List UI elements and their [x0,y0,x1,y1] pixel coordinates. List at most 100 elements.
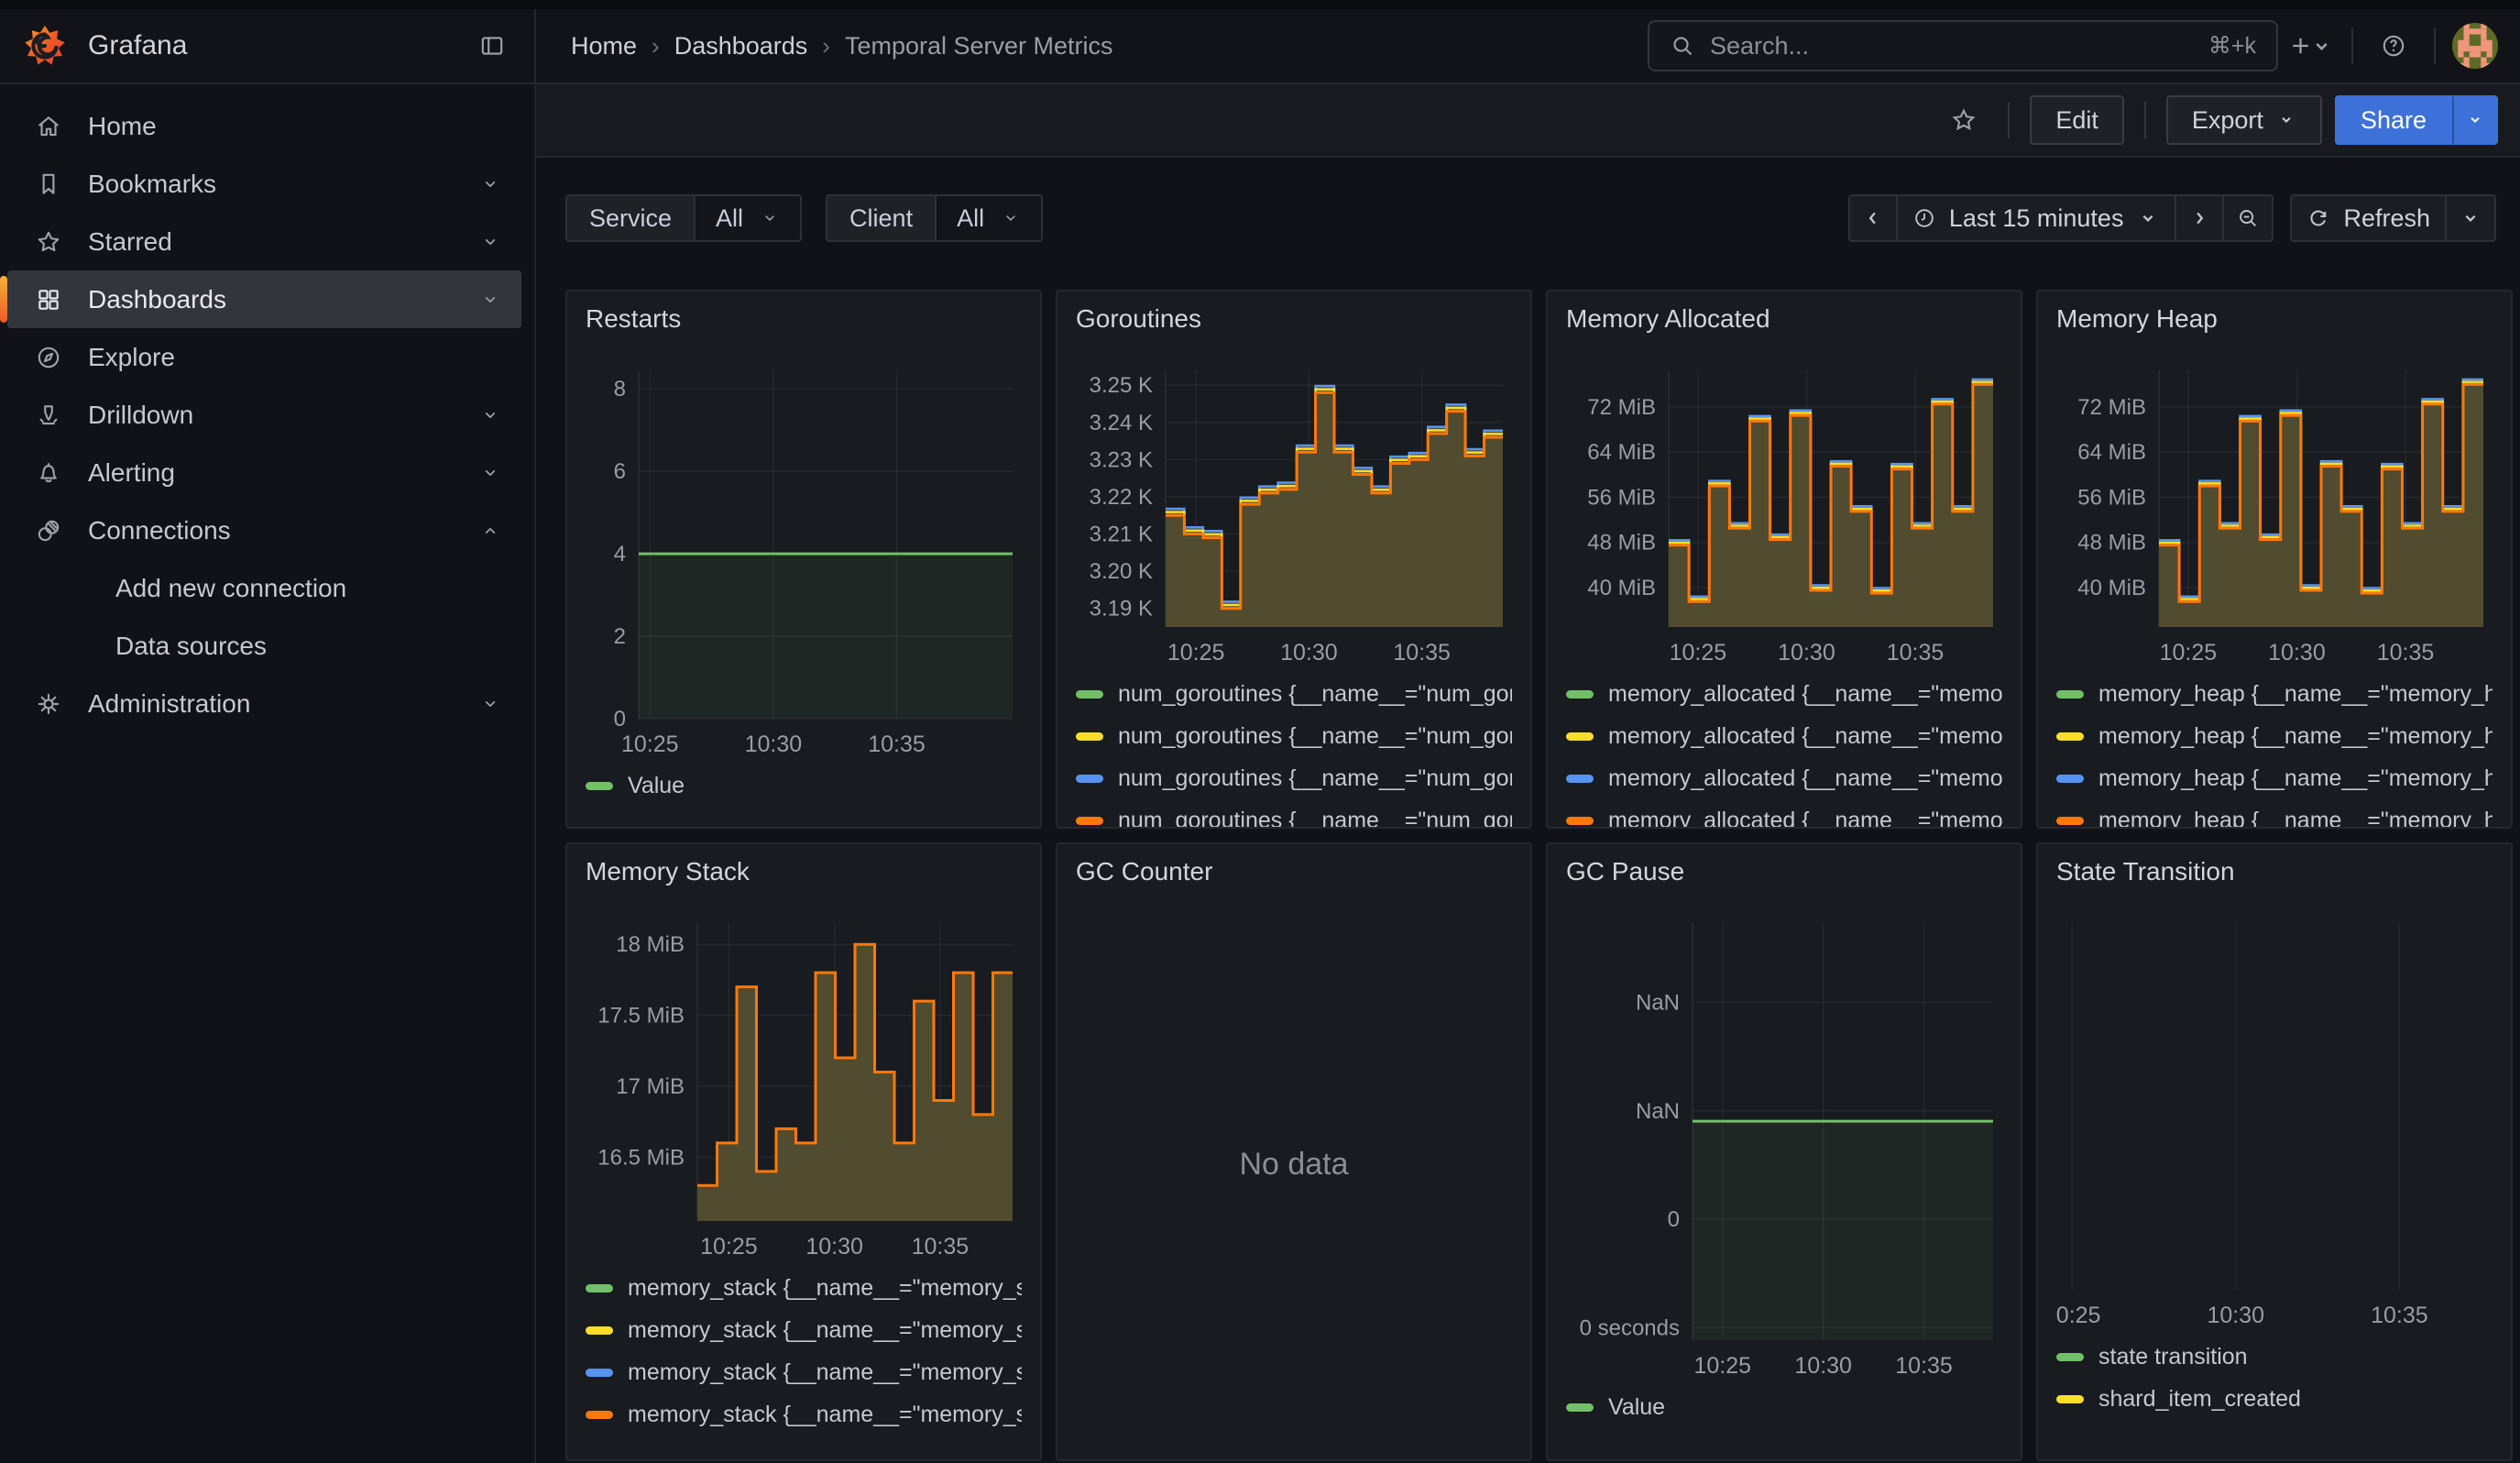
legend-item[interactable]: memory_heap {__name__="memory_he [2056,715,2493,757]
sidebar-item-label: Administration [88,689,250,719]
variable-filter-client[interactable]: ClientAll [826,194,1043,242]
legend-item[interactable]: state transition [2056,1336,2493,1378]
dashboard-grid: Restarts 8642010:2510:3010:35 Value Gorouti… [565,290,2513,1461]
legend-series-label: memory_heap {__name__="memory_he [2098,808,2493,830]
refresh-interval-button[interactable] [2447,196,2494,240]
panel-title[interactable]: Goroutines [1076,302,1512,336]
sidebar-item-bookmarks[interactable]: Bookmarks [7,155,521,213]
panel-restarts: Restarts 8642010:2510:3010:35 Value [565,290,1042,829]
share-menu-button[interactable] [2452,95,2498,145]
panel-title[interactable]: GC Pause [1566,855,2002,888]
filter-label: Client [827,196,937,240]
timeseries-chart[interactable]: 72 MiB64 MiB56 MiB48 MiB40 MiB10:2510:30… [2056,358,2494,667]
timeseries-chart[interactable]: 3.25 K3.24 K3.23 K3.22 K3.21 K3.20 K3.19… [1076,358,1514,667]
legend-item[interactable]: memory_stack {__name__="memory_st [586,1393,1022,1436]
breadcrumb-item: Temporal Server Metrics [845,32,1113,60]
legend-item[interactable]: memory_stack {__name__="memory_st [586,1309,1022,1351]
sidebar-item-starred[interactable]: Starred [7,213,521,270]
panel-legend: memory_stack {__name__="memory_stmemory_… [586,1267,1022,1436]
sidebar-item-label: Data sources [115,632,267,661]
breadcrumb-item[interactable]: Dashboards [674,32,808,60]
search-input[interactable]: Search... ⌘+k [1648,20,2278,72]
legend-series-label: memory_allocated {__name__="memor [1608,723,2002,750]
legend-item[interactable]: Value [1566,1386,2002,1428]
legend-series-color [586,1369,613,1377]
sidebar-item-administration[interactable]: Administration [7,675,521,732]
sidebar-item-alerting[interactable]: Alerting [7,444,521,501]
svg-text:3.22 K: 3.22 K [1090,485,1153,510]
filter-value-dropdown[interactable]: All [937,196,1041,240]
svg-text:10:30: 10:30 [745,732,803,757]
timeseries-chart[interactable]: 10:2510:3010:35 [2056,910,2494,1330]
legend-series-color [2056,690,2084,698]
timeseries-chart[interactable]: NaNNaN00 seconds10:2510:3010:35 [1566,910,2004,1380]
export-button[interactable]: Export [2166,95,2322,145]
legend-item[interactable]: num_goroutines {__name__="num_gorou [1076,757,1512,799]
grafana-logo-icon [24,25,66,67]
sidebar-item-label: Alerting [88,458,175,488]
legend-series-color [1566,690,1594,698]
legend-item[interactable]: memory_allocated {__name__="memor [1566,799,2002,829]
svg-text:72 MiB: 72 MiB [2077,395,2146,420]
time-range-picker[interactable]: Last 15 minutes [1898,196,2177,240]
panel-title[interactable]: GC Counter [1076,855,1512,888]
svg-text:0: 0 [1668,1207,1680,1232]
share-button[interactable]: Share [2335,95,2452,145]
legend-item[interactable]: shard_item_created [2056,1378,2493,1420]
timeseries-chart[interactable]: 18 MiB17.5 MiB17 MiB16.5 MiB10:2510:3010… [586,910,1024,1261]
variable-filter-service[interactable]: ServiceAll [565,194,802,242]
svg-text:8: 8 [614,377,626,402]
favorite-star-button[interactable] [1940,96,1988,144]
legend-series-color [1566,732,1594,741]
panel-title[interactable]: Restarts [586,302,1022,336]
legend-item[interactable]: Value [586,764,1022,807]
time-shift-back-button[interactable] [1850,196,1898,240]
panel-title[interactable]: Memory Allocated [1566,302,2002,336]
legend-series-label: memory_heap {__name__="memory_he [2098,765,2493,792]
legend-item[interactable]: memory_heap {__name__="memory_he [2056,757,2493,799]
legend-item[interactable]: memory_allocated {__name__="memor [1566,715,2002,757]
legend-item[interactable]: memory_allocated {__name__="memor [1566,757,2002,799]
svg-text:10:35: 10:35 [2377,640,2435,666]
sidebar-item-add-new-connection[interactable]: Add new connection [7,559,521,617]
legend-item[interactable]: memory_heap {__name__="memory_he [2056,673,2493,715]
sidebar-item-home[interactable]: Home [7,97,521,155]
user-avatar[interactable] [2452,23,2498,69]
help-icon [2380,32,2407,60]
svg-text:10:25: 10:25 [1670,640,1727,666]
sidebar-toggle-button[interactable] [468,22,516,70]
dashboard-toolbar: Edit Export Share [536,84,2520,158]
panel-title[interactable]: State Transition [2056,855,2493,888]
legend-series-label: Value [628,773,685,799]
edit-button[interactable]: Edit [2030,95,2124,145]
legend-item[interactable]: num_goroutines {__name__="num_gorou [1076,715,1512,757]
timeseries-chart[interactable]: 72 MiB64 MiB56 MiB48 MiB40 MiB10:2510:30… [1566,358,2004,667]
legend-item[interactable]: num_goroutines {__name__="num_gorou [1076,799,1512,829]
filter-value-dropdown[interactable]: All [696,196,800,240]
legend-series-label: memory_stack {__name__="memory_st [628,1359,1022,1386]
app-header: Grafana Home›Dashboards›Temporal Server … [0,9,2520,84]
zoom-out-button[interactable] [2224,196,2272,240]
sidebar-item-drilldown[interactable]: Drilldown [7,386,521,444]
help-button[interactable] [2370,22,2417,70]
sidebar-item-data-sources[interactable]: Data sources [7,617,521,675]
legend-item[interactable]: memory_heap {__name__="memory_he [2056,799,2493,829]
panel-title[interactable]: Memory Stack [586,855,1022,888]
refresh-icon [2306,206,2330,230]
legend-item[interactable]: num_goroutines {__name__="num_gorou [1076,673,1512,715]
sidebar-item-dashboards[interactable]: Dashboards [7,270,521,328]
timeseries-chart[interactable]: 8642010:2510:3010:35 [586,358,1024,759]
sidebar-item-connections[interactable]: Connections [7,501,521,559]
panel-left-icon [478,32,506,60]
breadcrumb-item[interactable]: Home [571,32,637,60]
sidebar-item-explore[interactable]: Explore [7,328,521,386]
legend-item[interactable]: memory_stack {__name__="memory_st [586,1267,1022,1309]
legend-series-label: num_goroutines {__name__="num_gorou [1118,681,1512,708]
legend-item[interactable]: memory_stack {__name__="memory_st [586,1351,1022,1393]
legend-series-label: memory_allocated {__name__="memor [1608,765,2002,792]
time-shift-forward-button[interactable] [2176,196,2224,240]
legend-item[interactable]: memory_allocated {__name__="memor [1566,673,2002,715]
add-new-button[interactable] [2287,22,2335,70]
panel-title[interactable]: Memory Heap [2056,302,2493,336]
refresh-button[interactable]: Refresh [2292,196,2447,240]
